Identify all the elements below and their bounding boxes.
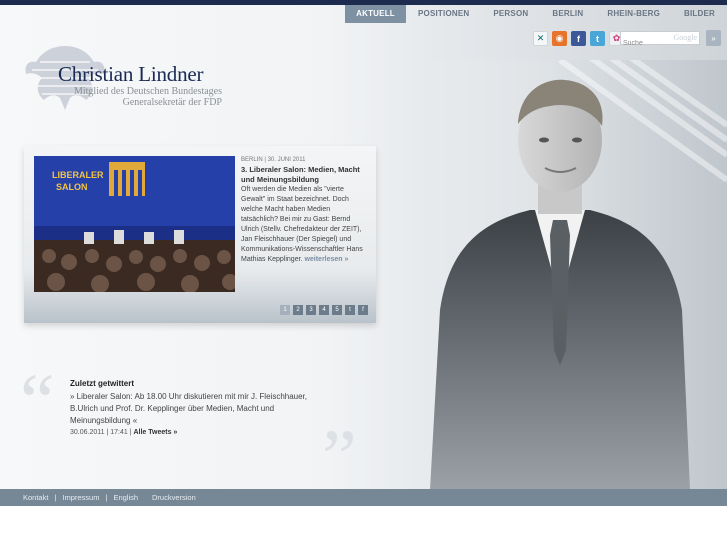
portrait-image [420, 60, 727, 490]
facebook-icon[interactable]: f [571, 31, 586, 46]
photo-banner-line1: LIBERALER [52, 170, 104, 180]
nav-item-person[interactable]: PERSON [481, 5, 540, 23]
tweet-meta: 30.06.2011 | 17:41 | Alle Tweets » [70, 429, 177, 436]
all-tweets-link[interactable]: Alle Tweets » [133, 429, 177, 436]
quote-close-icon: ” [322, 413, 357, 500]
read-more-link[interactable]: weiterlesen » [304, 256, 348, 263]
footer-link-druckversion[interactable]: Druckversion [152, 493, 196, 502]
bottom-area [0, 506, 727, 545]
news-photo[interactable]: LIBERALER SALON [34, 156, 235, 292]
quote-open-icon: “ [20, 357, 55, 444]
nav-item-rhein-berg[interactable]: RHEIN-BERG [595, 5, 672, 23]
footer-separator: | [105, 493, 108, 502]
search-box: Google [620, 31, 700, 50]
chevron-right-icon: » [711, 33, 716, 43]
xing-icon[interactable]: ✕ [533, 31, 548, 46]
news-meta: BERLIN | 30. JUNI 2011 [241, 157, 306, 163]
photo-banner-line2: SALON [56, 182, 88, 192]
footer-link-impressum[interactable]: Impressum [62, 493, 99, 502]
site-subtitle-2: Generalsekretär der FDP [122, 97, 222, 108]
tweet-heading: Zuletzt getwittert [70, 379, 134, 388]
search-button[interactable]: » [706, 30, 721, 46]
news-text: Oft werden die Medien als "vierte Gewalt… [241, 185, 369, 265]
footer-spacer: | [144, 493, 146, 502]
footer-link-english[interactable]: English [113, 493, 138, 502]
tweet-text[interactable]: » Liberaler Salon: Ab 18.00 Uhr diskutie… [70, 391, 322, 427]
pager-page-3[interactable]: 3 [306, 305, 316, 315]
pager-page-1[interactable]: 1 [280, 305, 290, 315]
nav-item-positionen[interactable]: POSITIONEN [406, 5, 481, 23]
page: AKTUELL POSITIONEN PERSON BERLIN RHEIN-B… [0, 0, 727, 545]
rss-icon[interactable]: ◉ [552, 31, 567, 46]
nav-item-aktuell[interactable]: AKTUELL [345, 5, 407, 23]
pager-page-4[interactable]: 4 [319, 305, 329, 315]
pager-page-2[interactable]: 2 [293, 305, 303, 315]
news-body: Oft werden die Medien als "vierte Gewalt… [241, 186, 363, 263]
site-title[interactable]: Christian Lindner [58, 62, 204, 87]
search-input[interactable] [621, 37, 667, 50]
footer-separator: | [54, 493, 57, 502]
share-facebook-icon[interactable]: f [358, 305, 368, 315]
nav-item-berlin[interactable]: BERLIN [540, 5, 595, 23]
news-pager: 1 2 3 4 5 t f [280, 305, 368, 315]
google-brand: Google [673, 33, 697, 42]
tweet-timestamp: 30.06.2011 | 17:41 | [70, 429, 132, 436]
pager-page-5[interactable]: 5 [332, 305, 342, 315]
share-twitter-icon[interactable]: t [345, 305, 355, 315]
twitter-icon[interactable]: t [590, 31, 605, 46]
news-title[interactable]: 3. Liberaler Salon: Medien, Macht und Me… [241, 165, 369, 185]
main-nav: AKTUELL POSITIONEN PERSON BERLIN RHEIN-B… [345, 5, 727, 23]
social-icons: ✕ ◉ f t ✿ [533, 31, 624, 46]
footer: Kontakt | Impressum | English | Druckver… [0, 489, 727, 506]
site-subtitle-1: Mitglied des Deutschen Bundestages [73, 86, 222, 97]
nav-item-bilder[interactable]: BILDER [672, 5, 727, 23]
footer-link-kontakt[interactable]: Kontakt [23, 493, 48, 502]
